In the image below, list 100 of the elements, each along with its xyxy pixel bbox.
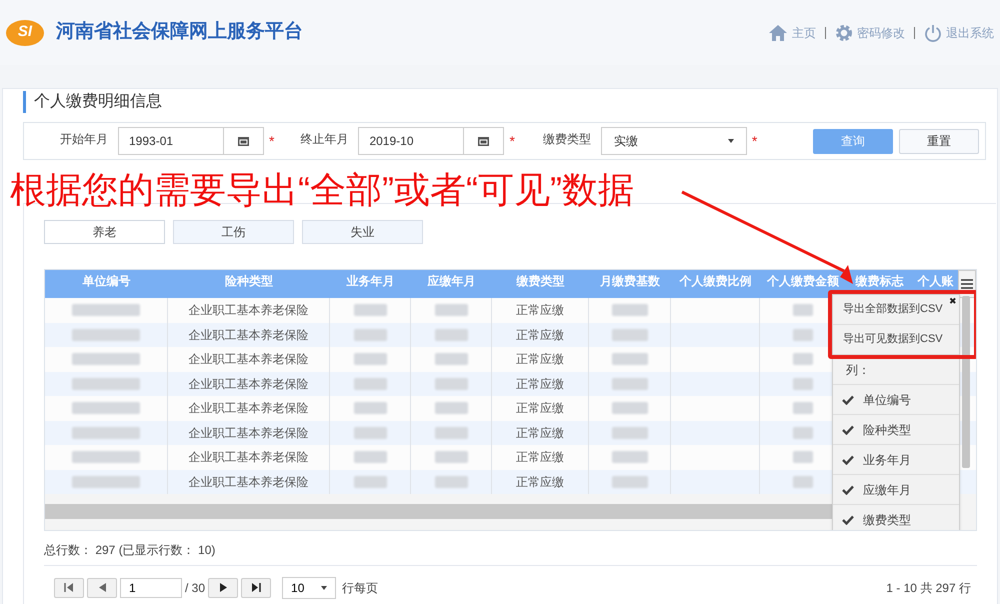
next-icon xyxy=(220,583,227,592)
redacted-block xyxy=(72,353,140,366)
redacted-block xyxy=(612,426,648,439)
redacted-block xyxy=(434,328,468,341)
previous-icon xyxy=(98,583,106,592)
redacted-block xyxy=(354,328,386,341)
dropdown-caret-icon xyxy=(728,139,734,143)
table-cell-text: 企业职工基本养老保险 xyxy=(188,302,308,320)
redacted-block xyxy=(792,304,812,316)
tab[interactable]: 养老 xyxy=(44,220,165,244)
redacted-block xyxy=(792,353,812,366)
page-total: / 30 xyxy=(185,580,206,596)
calendar-icon xyxy=(238,136,249,146)
required-mark: * xyxy=(509,132,515,150)
redacted-block xyxy=(354,476,386,488)
menu-item[interactable]: 导出可见数据到CSV xyxy=(833,325,947,354)
redacted-block xyxy=(72,451,140,464)
first-page-icon xyxy=(64,583,74,592)
redacted-block xyxy=(434,378,468,390)
table-cell-text: 企业职工基本养老保险 xyxy=(188,400,308,418)
annotation-text: 根据您的需要导出“全部”或者“可见”数据 xyxy=(10,168,634,212)
menu-icon xyxy=(961,279,973,289)
row-count-summary: 总行数： 297 (已显示行数： 10) xyxy=(44,542,216,559)
table-cell-text: 正常应缴 xyxy=(516,424,564,442)
redacted-block xyxy=(792,451,812,464)
table-cell-text: 企业职工基本养老保险 xyxy=(188,351,308,368)
date-field[interactable]: 2019-10 xyxy=(358,127,504,155)
menu-item[interactable]: 导出全部数据到CSV xyxy=(833,295,947,324)
menu-item[interactable]: 业务年月 xyxy=(833,445,959,475)
table-cell-text: 正常应缴 xyxy=(516,474,564,491)
redacted-block xyxy=(434,426,468,439)
redacted-block xyxy=(612,304,648,316)
redacted-block xyxy=(792,476,812,488)
redacted-block xyxy=(434,304,468,316)
previous-page-button[interactable] xyxy=(87,578,117,598)
first-page-button[interactable] xyxy=(54,578,84,598)
redacted-block xyxy=(434,402,468,414)
tab[interactable]: 失业 xyxy=(302,220,423,244)
redacted-block xyxy=(792,378,812,390)
redacted-block xyxy=(354,402,386,414)
check-icon xyxy=(842,514,854,524)
page-size-select[interactable]: 10 xyxy=(282,576,336,598)
redacted-block xyxy=(72,402,140,414)
menu-item[interactable]: 险种类型 xyxy=(833,415,959,445)
menu-heading: 列： xyxy=(833,355,959,385)
check-icon xyxy=(842,394,854,404)
redacted-block xyxy=(354,353,386,366)
field-label: 开始年月 xyxy=(60,131,108,148)
redacted-block xyxy=(434,476,468,488)
redacted-block xyxy=(72,476,140,488)
table-cell-text: 企业职工基本养老保险 xyxy=(188,376,308,393)
redacted-block xyxy=(354,304,386,316)
section-title: 个人缴费明细信息 xyxy=(23,91,997,113)
next-page-button[interactable] xyxy=(208,578,238,598)
close-button[interactable]: ✖ xyxy=(949,296,957,306)
calendar-icon xyxy=(478,136,490,146)
reset-button[interactable]: 重置 xyxy=(899,128,979,154)
redacted-block xyxy=(72,304,140,316)
site-title: 河南省社会保障网上服务平台 xyxy=(56,20,303,44)
redacted-block xyxy=(434,451,468,464)
menu-item[interactable]: 单位编号 xyxy=(833,385,959,415)
redacted-block xyxy=(612,328,648,341)
required-mark: * xyxy=(752,132,758,150)
table-cell-text: 正常应缴 xyxy=(516,376,564,393)
redacted-block xyxy=(354,426,386,439)
redacted-block xyxy=(792,402,812,414)
last-page-icon xyxy=(251,583,262,592)
field-label: 终止年月 xyxy=(300,131,348,148)
field-label: 缴费类型 xyxy=(542,131,591,148)
menu-item[interactable]: 应缴年月 xyxy=(833,475,959,505)
redacted-block xyxy=(612,476,648,488)
redacted-block xyxy=(72,378,140,390)
page-number-field[interactable]: 1 xyxy=(120,578,182,598)
table-cell-text: 正常应缴 xyxy=(516,351,564,368)
vertical-scrollbar[interactable] xyxy=(962,296,970,468)
redacted-block xyxy=(354,378,386,390)
redacted-block xyxy=(792,426,812,439)
date-field[interactable]: 1993-01 xyxy=(118,127,264,155)
table-cell-text: 正常应缴 xyxy=(516,400,564,418)
check-icon xyxy=(842,424,854,434)
check-icon xyxy=(842,484,854,494)
table-cell-text: 企业职工基本养老保险 xyxy=(188,474,308,491)
tab[interactable]: 工伤 xyxy=(173,220,294,244)
select-field[interactable]: 实缴 xyxy=(600,127,747,155)
redacted-block xyxy=(72,426,140,439)
redacted-block xyxy=(612,451,648,464)
redacted-block xyxy=(612,378,648,390)
redacted-block xyxy=(434,353,468,366)
table-cell-text: 正常应缴 xyxy=(516,302,564,320)
menu-item[interactable]: 缴费类型 xyxy=(833,505,959,530)
last-page-button[interactable] xyxy=(241,578,272,598)
page-size-label: 行每页 xyxy=(342,580,378,596)
redacted-block xyxy=(612,402,648,414)
redacted-block xyxy=(354,451,386,464)
redacted-block xyxy=(792,328,812,341)
table-cell-text: 企业职工基本养老保险 xyxy=(188,326,308,344)
home-icon xyxy=(768,24,788,42)
settings-icon xyxy=(835,24,853,42)
table-cell-text: 企业职工基本养老保险 xyxy=(188,449,308,466)
redacted-block xyxy=(612,353,648,366)
